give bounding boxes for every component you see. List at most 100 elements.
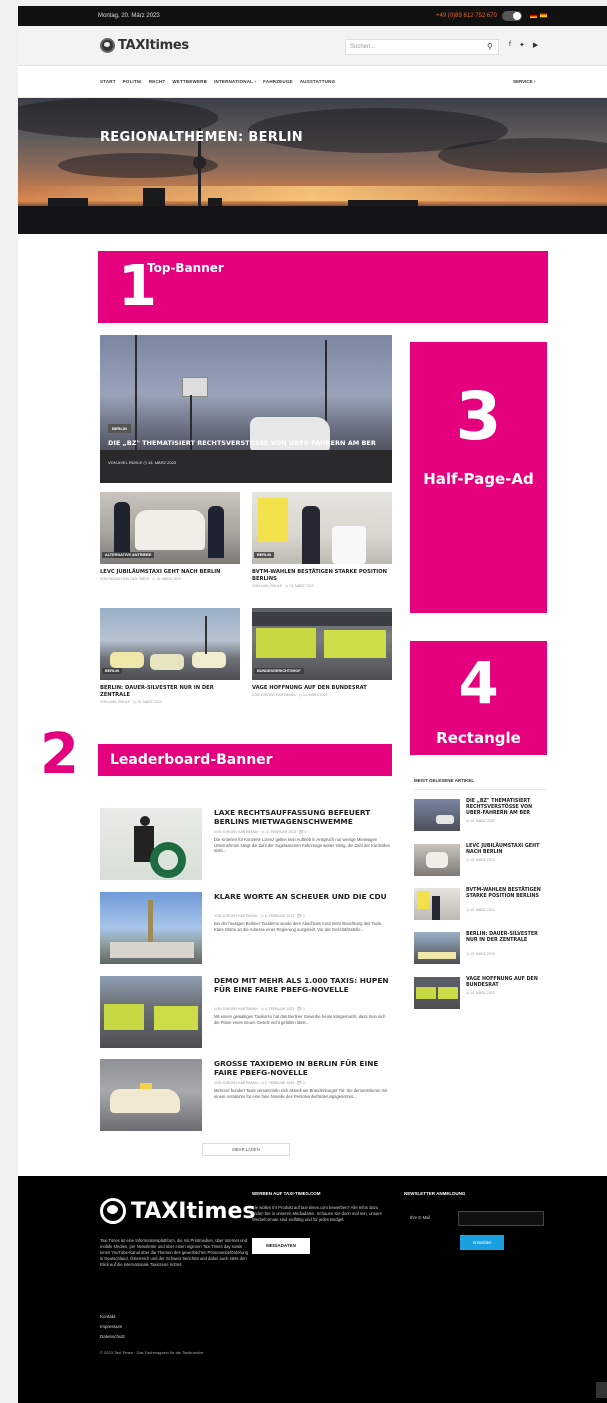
- ad-number: 3: [455, 378, 502, 455]
- search-input[interactable]: Suchen...: [345, 39, 499, 55]
- subscribe-button[interactable]: Anmelden: [460, 1235, 504, 1250]
- sidebar-article[interactable]: LEVC JUBILÄUMSTAXI GEHT NACH BERLIN ◷ 15…: [414, 844, 547, 878]
- article-title[interactable]: LAXE RECHTSAUFFASSUNG BEFEUERT BERLINS M…: [214, 808, 392, 826]
- article-thumbnail[interactable]: [414, 888, 460, 920]
- scroll-to-top-button[interactable]: [596, 1382, 607, 1398]
- search-icon[interactable]: ⚲: [487, 42, 493, 51]
- article-card[interactable]: BUNDESGERICHTSHOF VAGE HOFFNUNG AUF DEN …: [252, 608, 392, 697]
- article-excerpt: Mit einem gewaltigen Taxikorso hat das B…: [214, 1014, 386, 1025]
- leaderboard-ad-number: 2: [40, 722, 79, 787]
- article-thumbnail[interactable]: [414, 932, 460, 964]
- category-tag[interactable]: BERLIN: [102, 668, 123, 674]
- article-date: ◷ 15. MÄRZ 2023: [466, 819, 495, 823]
- category-tag[interactable]: ALTERNATIVE ANTRIEBE: [102, 552, 155, 558]
- phone-number[interactable]: +49 (0)89 612 752 670: [436, 13, 497, 19]
- article-title[interactable]: BVTM-WAHLEN BESTÄTIGEN STARKE POSITION B…: [252, 569, 392, 583]
- article-title[interactable]: LEVC JUBILÄUMSTAXI GEHT NACH BERLIN: [100, 569, 240, 576]
- mediadaten-button[interactable]: MEDIADATEN: [252, 1238, 310, 1254]
- article-card[interactable]: BERLIN BERLIN: DAUER-SILVESTER NUR IN DE…: [100, 608, 240, 704]
- article-meta: VON JÜRGEN HARTMANN · ◷ 14. MÄRZ 2023: [252, 693, 328, 697]
- article-date: ◷ 15. MÄRZ 2023: [466, 858, 495, 862]
- leaderboard-banner-ad[interactable]: Leaderboard-Banner: [98, 744, 392, 776]
- article-title[interactable]: VAGE HOFFNUNG AUF DEN BUNDESRAT: [252, 685, 392, 692]
- article-image[interactable]: [100, 976, 202, 1048]
- nav-item-start[interactable]: START: [100, 79, 116, 84]
- nav-item-recht[interactable]: RECHT: [149, 79, 166, 84]
- sidebar-article[interactable]: VAGE HOFFNUNG AUF DEN BUNDESRAT ◷ 14. MÄ…: [414, 977, 547, 1011]
- site-logo[interactable]: TAXItimes: [100, 35, 189, 55]
- article-title[interactable]: GROSSE TAXIDEMO IN BERLIN FÜR EINE FAIRE…: [214, 1059, 392, 1077]
- article-title[interactable]: BVTM-WAHLEN BESTÄTIGEN STARKE POSITION B…: [466, 888, 547, 900]
- rectangle-ad[interactable]: 4 Rectangle: [410, 641, 547, 755]
- nav-item-service[interactable]: SERVICE ›: [513, 79, 535, 84]
- article-title[interactable]: VAGE HOFFNUNG AUF DEN BUNDESRAT: [466, 977, 547, 989]
- social-links: f ✦ ▶: [509, 41, 538, 49]
- footer-link-kontakt[interactable]: Kontakt: [100, 1312, 125, 1322]
- nav-item-ausstattung[interactable]: AUSSTATTUNG: [300, 79, 336, 84]
- nav-item-wettbewerb[interactable]: WETTBEWERB: [172, 79, 207, 84]
- half-page-ad[interactable]: 3 Half-Page-Ad: [410, 342, 547, 613]
- category-tag[interactable]: BERLIN: [254, 552, 275, 558]
- article-image[interactable]: [100, 1059, 202, 1131]
- article-excerpt: Die Kriterien für Konzerte Lizenz gelten…: [214, 837, 390, 853]
- dark-mode-toggle[interactable]: [502, 11, 522, 21]
- category-tag[interactable]: BERLIN: [108, 424, 131, 433]
- facebook-icon[interactable]: f: [509, 41, 511, 49]
- article-card[interactable]: BERLIN BVTM-WAHLEN BESTÄTIGEN STARKE POS…: [252, 492, 392, 588]
- category-tag[interactable]: BUNDESGERICHTSHOF: [254, 668, 304, 674]
- footer-logo[interactable]: TAXItimes: [100, 1198, 255, 1224]
- article-meta: VON AXEL RÜHLE · ◷ 13. MÄRZ 2023: [252, 584, 314, 588]
- article-image[interactable]: BERLIN: [100, 608, 240, 680]
- article-thumbnail[interactable]: [414, 799, 460, 831]
- email-field[interactable]: [458, 1211, 544, 1226]
- german-flag-icon[interactable]: [530, 13, 537, 18]
- page-frame: Montag, 20. März 2023 +49 (0)89 612 752 …: [18, 6, 607, 1403]
- load-more-button[interactable]: MEHR LADEN: [202, 1143, 290, 1156]
- featured-article-meta: VON AXEL RÜHLE ◷ 15. MÄRZ 2023: [108, 460, 177, 465]
- spanish-flag-icon[interactable]: [540, 13, 547, 18]
- article-meta: VON JÜRGEN HARTMANN · ◷ 2. FEBRUAR 2023 …: [214, 1081, 305, 1085]
- sidebar-article[interactable]: BVTM-WAHLEN BESTÄTIGEN STARKE POSITION B…: [414, 888, 547, 922]
- featured-article[interactable]: BERLIN DIE „BZ" THEMATISIERT RECHTSVERST…: [100, 335, 392, 483]
- article-title[interactable]: DEMO MIT MEHR ALS 1.000 TAXIS: HUPEN FÜR…: [214, 976, 392, 994]
- article-title[interactable]: KLARE WORTE AN SCHEUER UND DIE CDU: [214, 892, 392, 901]
- featured-article-title[interactable]: DIE „BZ" THEMATISIERT RECHTSVERSTÖSSE VO…: [108, 439, 388, 447]
- article-thumbnail[interactable]: [414, 844, 460, 876]
- nav-item-politik[interactable]: POLITIK: [123, 79, 142, 84]
- article-title[interactable]: LEVC JUBILÄUMSTAXI GEHT NACH BERLIN: [466, 844, 547, 856]
- article-title[interactable]: BERLIN: DAUER-SILVESTER NUR IN DER ZENTR…: [100, 685, 240, 699]
- nav-item-fahrzeuge[interactable]: FAHRZEUGE: [263, 79, 293, 84]
- article-card[interactable]: ALTERNATIVE ANTRIEBE LEVC JUBILÄUMSTAXI …: [100, 492, 240, 581]
- site-header: TAXItimes Suchen... ⚲ f ✦ ▶: [18, 26, 607, 66]
- ad-number: 4: [458, 649, 499, 717]
- newsletter-heading: NEWSLETTER ANMELDUNG: [404, 1191, 466, 1196]
- footer-link-datenschutz[interactable]: Datenschutz: [100, 1332, 125, 1342]
- top-bar: Montag, 20. März 2023 +49 (0)89 612 752 …: [18, 6, 607, 26]
- youtube-icon[interactable]: ▶: [533, 41, 538, 49]
- article-excerpt: Mehrere hundert Taxis versammeln sich ak…: [214, 1088, 388, 1099]
- article-image[interactable]: [100, 892, 202, 964]
- article-image[interactable]: [100, 808, 202, 880]
- article-title[interactable]: DIE „BZ" THEMATISIERT RECHTSVERSTÖSSE VO…: [466, 799, 547, 817]
- article-image[interactable]: BERLIN: [252, 492, 392, 564]
- copyright: © 2023 Taxi Times · Das Fachmagazin für …: [100, 1350, 204, 1355]
- divider: [414, 789, 547, 790]
- article-image[interactable]: BUNDESGERICHTSHOF: [252, 608, 392, 680]
- nav-item-international[interactable]: INTERNATIONAL ›: [214, 79, 256, 84]
- article-meta: VON REDAKTION TAXI TIMES · ◷ 15. MÄRZ 20…: [100, 577, 181, 581]
- article-thumbnail[interactable]: [414, 977, 460, 1009]
- article-meta: VON JÜRGEN HARTMANN · ◷ 4. FEBRUAR 2023 …: [214, 1007, 305, 1011]
- sidebar-article[interactable]: BERLIN: DAUER-SILVESTER NUR IN DER ZENTR…: [414, 932, 547, 966]
- article-title[interactable]: BERLIN: DAUER-SILVESTER NUR IN DER ZENTR…: [466, 932, 547, 944]
- article-meta: VON JÜRGEN HARTMANN · ◷ 10. FEBRUAR 2023…: [214, 830, 307, 834]
- article-image[interactable]: ALTERNATIVE ANTRIEBE: [100, 492, 240, 564]
- footer-link-impressum[interactable]: Impressum: [100, 1322, 125, 1332]
- article-excerpt: Bei der heutigen Berliner Taxidemo wurde…: [214, 921, 383, 932]
- article-meta: VON AXEL RÜHLE · ◷ 13. MÄRZ 2023: [100, 700, 162, 704]
- logo-text: TAXItimes: [118, 37, 189, 53]
- top-banner-ad[interactable]: 1 Top-Banner: [98, 251, 548, 323]
- current-date: Montag, 20. März 2023: [98, 13, 160, 19]
- ad-label: Rectangle: [436, 729, 521, 747]
- twitter-icon[interactable]: ✦: [519, 41, 525, 49]
- sidebar-article[interactable]: DIE „BZ" THEMATISIERT RECHTSVERSTÖSSE VO…: [414, 799, 547, 833]
